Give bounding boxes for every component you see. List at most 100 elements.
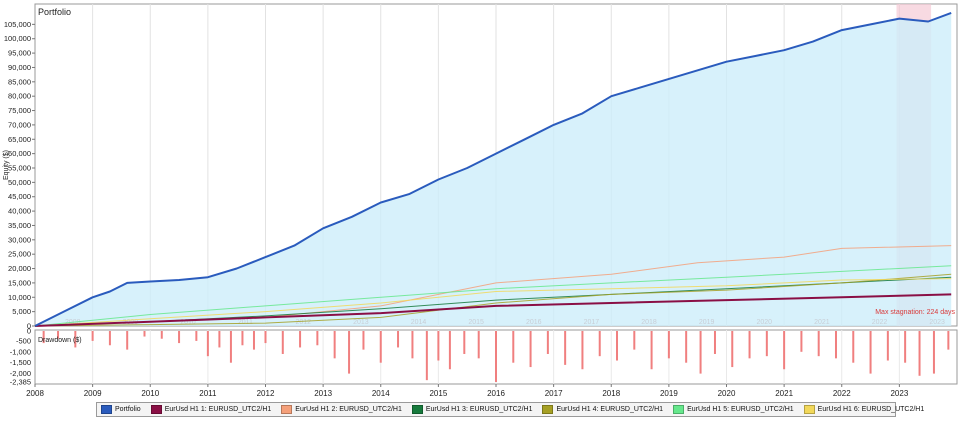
xtick-label: 2012 (257, 389, 275, 398)
legend-item: EurUsd H1 4: EURUSD_UTC2/H1 (542, 405, 663, 414)
drawdown-bar (699, 331, 702, 374)
drawdown-bar (731, 331, 734, 368)
drawdown-bar (598, 331, 601, 357)
drawdown-bar (783, 331, 786, 370)
ytick-label: 80,000 (8, 92, 31, 101)
xtick-label: 2008 (26, 389, 44, 398)
drawdown-bar (397, 331, 400, 348)
drawdown-bar (362, 331, 365, 350)
drawdown-bar (160, 331, 163, 339)
xtick-label: 2010 (141, 389, 159, 398)
drawdown-bar (800, 331, 803, 352)
ytick-label: 45,000 (8, 192, 31, 201)
legend-swatch (673, 405, 685, 414)
drawdown-bar (281, 331, 284, 354)
legend-swatch (281, 405, 293, 414)
watermark-year: 2023 (929, 319, 945, 326)
drawdown-bar (348, 331, 351, 374)
ytick-label: 65,000 (8, 135, 31, 144)
watermark-year: 2017 (584, 319, 600, 326)
drawdown-bar (918, 331, 921, 376)
drawdown-bar (229, 331, 232, 363)
ytick-label: 50,000 (8, 178, 31, 187)
legend-item: Portfolio (101, 405, 141, 414)
legend-label: EurUsd H1 2: EURUSD_UTC2/H1 (295, 406, 402, 413)
ytick-label: 30,000 (8, 235, 31, 244)
drawdown-bar (869, 331, 872, 374)
watermark-year: 2022 (872, 319, 888, 326)
stagnation-label: Max stagnation: 224 days (875, 309, 955, 316)
ytick-label: 5,000 (12, 307, 31, 316)
drawdown-bar (947, 331, 950, 350)
drawdown-bar (178, 331, 181, 344)
drawdown-bar (748, 331, 751, 359)
drawdown-bar (126, 331, 129, 350)
xtick-label: 2022 (833, 389, 851, 398)
drawdown-bar (264, 331, 267, 344)
drawdown-bar (252, 331, 255, 350)
y-axis-label: Equity ($) (3, 150, 10, 180)
drawdown-bar (333, 331, 336, 359)
drawdown-bar (581, 331, 584, 370)
ytick-label: 15,000 (8, 278, 31, 287)
xtick-label: 2011 (199, 389, 217, 398)
xtick-label: 2023 (890, 389, 908, 398)
legend-swatch (101, 405, 112, 414)
legend-swatch (542, 405, 554, 414)
xtick-label: 2009 (84, 389, 102, 398)
watermark-year: 2011 (238, 319, 253, 326)
drawdown-bar (241, 331, 244, 346)
drawdown-bar (411, 331, 414, 359)
ytick-label: 70,000 (8, 120, 31, 129)
legend-item: EurUsd H1 6: EURUSD_UTC2/H1 (803, 405, 925, 414)
xtick-label: 2016 (487, 389, 505, 398)
drawdown-ytick-label: -500 (16, 336, 31, 345)
drawdown-bar (852, 331, 855, 363)
legend-label: Portfolio (115, 406, 141, 413)
legend-item: EurUsd H1 2: EURUSD_UTC2/H1 (281, 405, 402, 414)
xtick-label: 2014 (372, 389, 390, 398)
xtick-label: 2013 (314, 389, 332, 398)
drawdown-bar (495, 331, 497, 382)
watermark-year: 2013 (353, 319, 369, 326)
watermark-year: 2018 (641, 319, 657, 326)
ytick-label: 85,000 (8, 77, 31, 86)
drawdown-bar (817, 331, 820, 357)
drawdown-bar (206, 331, 209, 357)
legend-swatch (411, 405, 423, 414)
drawdown-bar (564, 331, 567, 365)
drawdown-bar (904, 331, 907, 363)
chart-canvas: 2008 2009 2010 2011 2012 2013 2014 2015 2016 2017… (3, 3, 958, 398)
watermark-year: 2020 (757, 319, 773, 326)
drawdown-bar (633, 331, 636, 350)
legend-label: EurUsd H1 6: EURUSD_UTC2/H1 (817, 406, 925, 413)
drawdown-bar (379, 331, 382, 363)
watermark-year: 2021 (814, 319, 830, 326)
drawdown-ytick-label: -1,500 (10, 358, 31, 367)
xtick-label: 2020 (718, 389, 736, 398)
drawdown-bar (713, 331, 716, 354)
legend-label: EurUsd H1 1: EURUSD_UTC2/H1 (164, 406, 272, 413)
drawdown-bar (685, 331, 688, 363)
legend-item: EurUsd H1 1: EURUSD_UTC2/H1 (150, 405, 272, 414)
drawdown-bar (218, 331, 221, 348)
drawdown-bar (512, 331, 515, 363)
drawdown-bar (477, 331, 480, 359)
watermark-year: 2012 (296, 319, 312, 326)
ytick-label: 35,000 (8, 221, 31, 230)
drawdown-ytick-label: 0 (27, 327, 31, 336)
ytick-label: 40,000 (8, 207, 31, 216)
drawdown-bar (437, 331, 440, 361)
drawdown-ytick-label: -1,000 (10, 347, 31, 356)
drawdown-bar (299, 331, 302, 348)
drawdown-bar (463, 331, 466, 354)
drawdown-bar (834, 331, 837, 359)
legend-swatch (803, 405, 815, 414)
watermark-year: 2015 (468, 319, 484, 326)
drawdown-bar (143, 331, 146, 337)
ytick-label: 60,000 (8, 149, 31, 158)
drawdown-bar (546, 331, 549, 354)
chart-root: 2008 2009 2010 2011 2012 2013 2014 2015 2016 2017… (0, 0, 960, 424)
legend-label: EurUsd H1 5: EURUSD_UTC2/H1 (687, 406, 794, 413)
legend-item: EurUsd H1 5: EURUSD_UTC2/H1 (673, 405, 794, 414)
